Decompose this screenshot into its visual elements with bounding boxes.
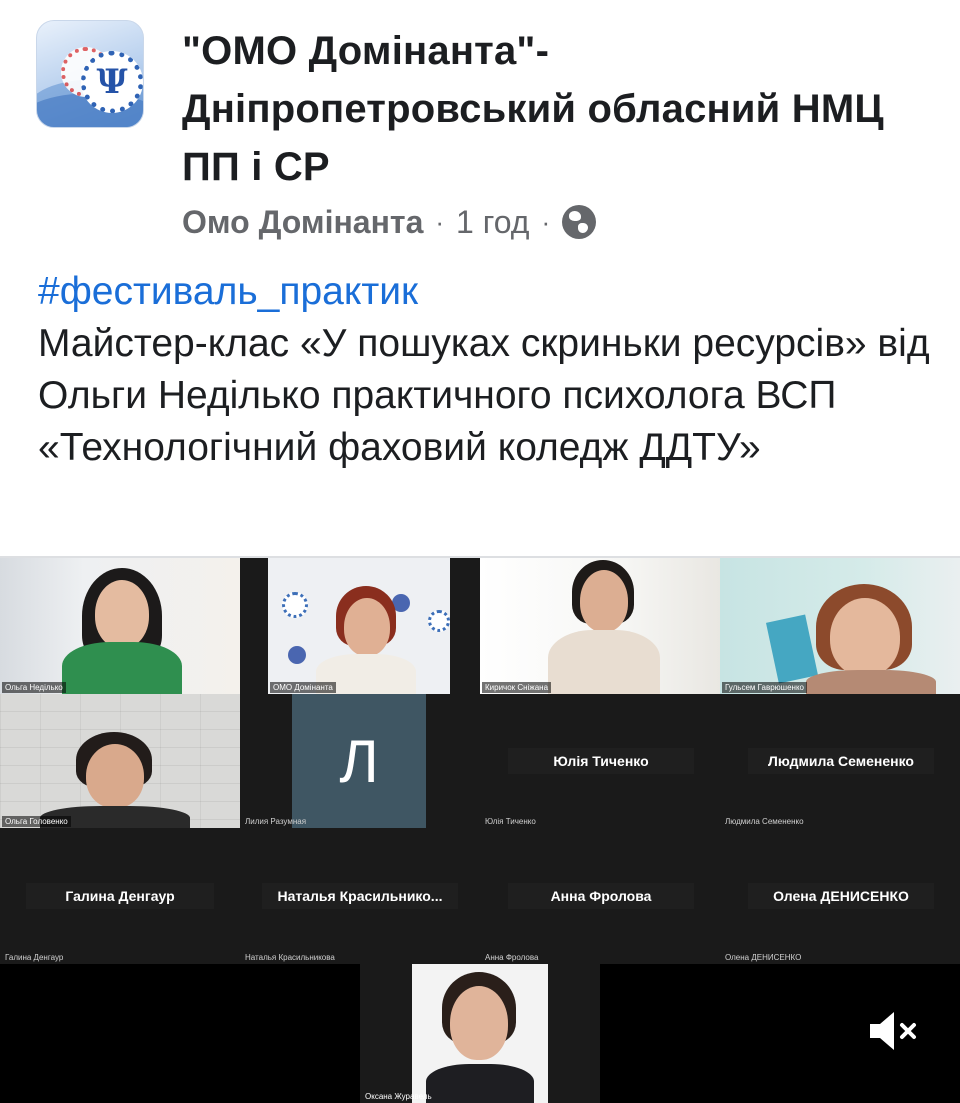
participant-nameplate: Юлія Тиченко xyxy=(508,748,694,774)
participant-tile: Олена ДЕНИСЕНКО Олена ДЕНИСЕНКО xyxy=(720,828,960,964)
participant-tile: Ольга Неділько xyxy=(0,558,240,694)
participant-caption: Анна Фролова xyxy=(485,953,539,962)
participant-face xyxy=(344,598,390,656)
participant-caption: Людмила Семененко xyxy=(725,817,804,826)
meta-separator: · xyxy=(435,206,445,237)
participant-tile: Оксана Журавель xyxy=(360,964,600,1103)
participant-caption: Ольга Неділько xyxy=(2,682,66,693)
participant-nameplate: Анна Фролова xyxy=(508,883,694,909)
participant-nameplate: Наталья Красильнико... xyxy=(262,883,458,909)
participant-tile: ОМО Домінанта xyxy=(268,558,450,694)
participant-initial-avatar: Л xyxy=(292,694,426,828)
participant-nameplate: Галина Денгаур xyxy=(26,883,214,909)
participant-caption: Ольга Головенко xyxy=(2,816,71,827)
participant-caption: Киричок Сніжана xyxy=(482,682,552,693)
page-avatar[interactable]: Ψ xyxy=(36,20,144,128)
participant-photo xyxy=(412,964,548,1103)
meta-separator: · xyxy=(541,206,551,237)
participant-tile: Наталья Красильнико... Наталья Красильни… xyxy=(240,828,480,964)
participant-tile: Людмила Семененко Людмила Семененко xyxy=(720,694,960,828)
participant-caption: Лилия Разумная xyxy=(245,817,307,826)
participant-nameplate: Олена ДЕНИСЕНКО xyxy=(748,883,934,909)
post-author-link[interactable]: Омо Домінанта xyxy=(182,204,423,241)
banner-logo xyxy=(428,610,450,632)
participant-caption: Юлія Тиченко xyxy=(485,817,536,826)
participant-face xyxy=(450,986,508,1060)
facebook-icon xyxy=(288,646,306,664)
participant-tile: Ольга Головенко xyxy=(0,694,240,828)
participant-tile: Анна Фролова Анна Фролова xyxy=(480,828,720,964)
globe-icon xyxy=(562,205,597,239)
post-meta: Омо Домінанта · 1 год · xyxy=(182,198,597,246)
video-player[interactable]: Ольга Неділько ОМО Домінанта Киричок Сні… xyxy=(0,558,960,1103)
participant-caption: Наталья Красильникова xyxy=(245,953,335,962)
banner-logo xyxy=(282,592,308,618)
post-header: Ψ "ОМО Домінанта"-Дніпропетровський обла… xyxy=(0,0,960,260)
participant-tile: Галина Денгаур Галина Денгаур xyxy=(0,828,240,964)
post-body: Майстер-клас «У пошуках скриньки ресурсі… xyxy=(38,322,930,469)
post-timestamp[interactable]: 1 год xyxy=(456,204,529,241)
participant-caption: Галина Денгаур xyxy=(5,953,64,962)
participant-caption: Олена ДЕНИСЕНКО xyxy=(725,953,802,962)
background-poster xyxy=(765,614,819,684)
video-filler xyxy=(0,964,360,1103)
participant-body xyxy=(548,630,660,694)
hashtag-link[interactable]: #фестиваль_практик xyxy=(38,266,938,318)
participant-face xyxy=(86,744,144,808)
participant-caption: Гульсем Гаврюшенко xyxy=(722,682,807,693)
participant-body xyxy=(426,1064,534,1103)
participant-tile: Л Лилия Разумная xyxy=(240,694,480,828)
page-name-link[interactable]: "ОМО Домінанта"-Дніпропетровський обласн… xyxy=(182,22,922,196)
participant-tile: Гульсем Гаврюшенко xyxy=(720,558,960,694)
speaker-muted-icon[interactable] xyxy=(866,1008,920,1054)
participant-body xyxy=(62,642,182,694)
psi-logo-icon: Ψ xyxy=(81,51,143,113)
participant-nameplate: Людмила Семененко xyxy=(748,748,934,774)
participant-body xyxy=(806,670,936,694)
participant-face xyxy=(95,580,149,648)
participant-caption: Оксана Журавель xyxy=(365,1092,432,1101)
participant-caption: ОМО Домінанта xyxy=(270,682,336,693)
participant-tile: Юлія Тиченко Юлія Тиченко xyxy=(480,694,720,828)
participant-tile: Киричок Сніжана xyxy=(480,558,720,694)
participant-face xyxy=(830,598,900,676)
post-text: #фестиваль_практик Майстер-клас «У пошук… xyxy=(38,266,938,474)
participant-face xyxy=(580,570,628,632)
